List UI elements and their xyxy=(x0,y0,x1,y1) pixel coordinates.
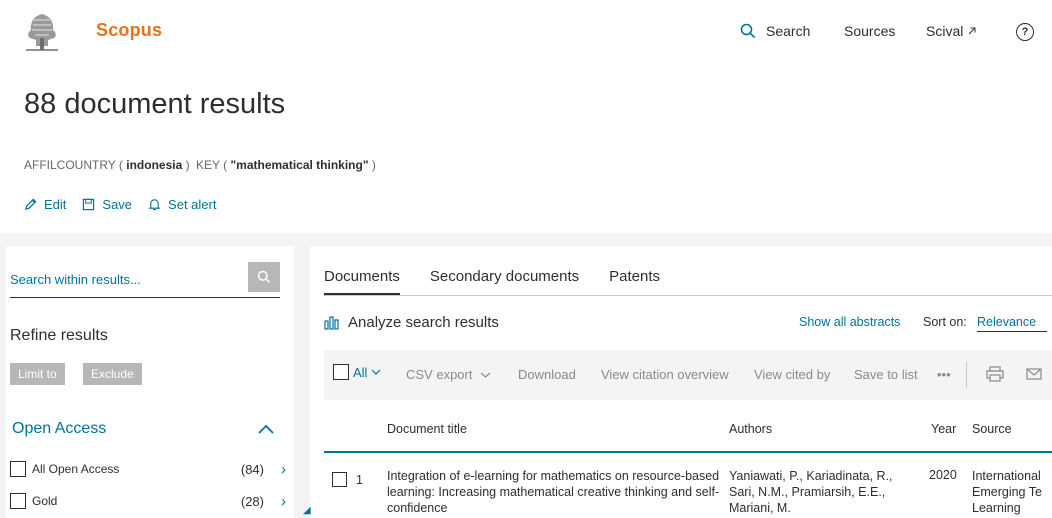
chevron-right-icon[interactable]: › xyxy=(281,461,286,478)
csv-export-label: CSV export xyxy=(406,367,473,382)
search-within-button[interactable] xyxy=(248,262,280,292)
tab-secondary-documents[interactable]: Secondary documents xyxy=(430,268,579,296)
query-paren: ) xyxy=(185,158,190,172)
pencil-icon xyxy=(24,198,37,211)
elsevier-logo[interactable] xyxy=(22,10,62,52)
chevron-up-icon[interactable] xyxy=(256,421,276,437)
view-citation-overview-button[interactable]: View citation overview xyxy=(601,367,729,382)
more-options-button[interactable]: ••• xyxy=(937,367,951,382)
source-line: Learning xyxy=(972,501,1021,515)
search-within-field xyxy=(10,262,280,298)
tab-patents[interactable]: Patents xyxy=(609,268,660,296)
facet-title-open-access[interactable]: Open Access xyxy=(12,420,106,438)
query-field: AFFILCOUNTRY xyxy=(24,158,116,172)
facet-item-all-open-access[interactable]: All Open Access (84) › xyxy=(10,459,290,479)
column-header-title[interactable]: Document title xyxy=(387,422,467,436)
document-title-link[interactable]: Integration of e-learning for mathematic… xyxy=(387,468,723,516)
email-icon[interactable] xyxy=(1026,368,1042,380)
analyze-label: Analyze search results xyxy=(348,314,499,331)
query-paren: ) xyxy=(371,158,376,172)
source-line: International xyxy=(972,469,1041,483)
facet-count: (84) xyxy=(240,461,264,477)
nav-search-label: Search xyxy=(766,23,811,39)
row-checkbox[interactable] xyxy=(332,472,347,487)
document-authors[interactable]: Yaniawati, P., Kariadinata, R., Sari, N.… xyxy=(729,468,919,516)
download-button[interactable]: Download xyxy=(518,367,576,382)
tab-documents[interactable]: Documents xyxy=(324,268,400,296)
edit-button[interactable]: Edit xyxy=(24,197,66,212)
query-field: KEY xyxy=(195,158,220,172)
limit-to-button[interactable]: Limit to xyxy=(10,363,65,385)
source-line: Emerging Te xyxy=(972,485,1042,499)
search-icon xyxy=(257,270,271,284)
chevron-right-icon[interactable]: › xyxy=(281,493,286,510)
query-paren: ( xyxy=(223,158,228,172)
bar-chart-icon xyxy=(324,315,339,330)
query-value: "mathematical thinking" xyxy=(230,158,369,172)
column-header-year[interactable]: Year xyxy=(931,422,956,436)
select-all[interactable]: All xyxy=(333,364,381,380)
analyze-search-results-link[interactable]: Analyze search results xyxy=(324,314,499,331)
chevron-down-icon xyxy=(372,369,381,375)
facet-label: Gold xyxy=(32,494,58,508)
document-year: 2020 xyxy=(929,468,957,482)
save-button[interactable]: Save xyxy=(82,197,132,212)
set-alert-label: Set alert xyxy=(168,197,217,212)
refine-title: Refine results xyxy=(10,327,108,344)
scopus-brand[interactable]: Scopus xyxy=(96,20,162,41)
show-all-abstracts-link[interactable]: Show all abstracts xyxy=(799,315,900,329)
save-label: Save xyxy=(102,197,133,212)
edit-label: Edit xyxy=(44,197,67,212)
select-all-label: All xyxy=(353,364,368,380)
view-cited-by-button[interactable]: View cited by xyxy=(754,367,830,382)
query-value: indonesia xyxy=(126,158,183,172)
facet-label: All Open Access xyxy=(32,462,120,476)
tabs-divider xyxy=(324,295,1052,296)
toolbar-divider xyxy=(966,362,967,388)
facet-checkbox[interactable] xyxy=(10,493,26,509)
page-title: 88 document results xyxy=(24,88,286,120)
facet-count: (28) xyxy=(240,493,264,509)
print-icon[interactable] xyxy=(986,366,1004,382)
chevron-down-icon xyxy=(481,372,491,378)
search-within-input[interactable] xyxy=(10,272,240,287)
collapse-panel-icon[interactable]: ◢ xyxy=(303,505,311,516)
column-header-authors[interactable]: Authors xyxy=(729,422,772,436)
query-paren: ( xyxy=(118,158,123,172)
column-header-source[interactable]: Source xyxy=(972,422,1012,436)
query-actions: Edit Save Set alert xyxy=(24,197,216,212)
nav-sources[interactable]: Sources xyxy=(844,23,895,39)
help-icon[interactable]: ? xyxy=(1016,23,1034,41)
nav-search[interactable]: Search xyxy=(740,23,810,39)
search-icon xyxy=(740,23,756,39)
nav-scival-label: Scival xyxy=(926,23,964,39)
bell-icon xyxy=(148,199,161,211)
facet-item-gold[interactable]: Gold (28) › xyxy=(10,491,290,511)
save-to-list-button[interactable]: Save to list xyxy=(854,367,918,382)
csv-export-button[interactable]: CSV export xyxy=(406,367,491,382)
select-all-checkbox[interactable] xyxy=(333,364,349,380)
set-alert-button[interactable]: Set alert xyxy=(148,197,216,212)
result-tabs: Documents Secondary documents Patents xyxy=(324,268,660,296)
sort-label: Sort on: xyxy=(923,315,967,329)
nav-scival[interactable]: Scival xyxy=(926,23,977,39)
facet-checkbox[interactable] xyxy=(10,461,26,477)
exclude-button[interactable]: Exclude xyxy=(83,363,142,385)
save-icon xyxy=(83,198,95,211)
table-header-divider xyxy=(324,451,1052,453)
sort-select[interactable]: Relevance xyxy=(977,315,1047,332)
search-query: AFFILCOUNTRY ( indonesia ) KEY ( "mathem… xyxy=(24,158,376,172)
row-number: 1 xyxy=(356,473,363,487)
external-link-icon xyxy=(969,27,976,35)
document-source[interactable]: International Emerging Te Learning xyxy=(972,468,1052,516)
